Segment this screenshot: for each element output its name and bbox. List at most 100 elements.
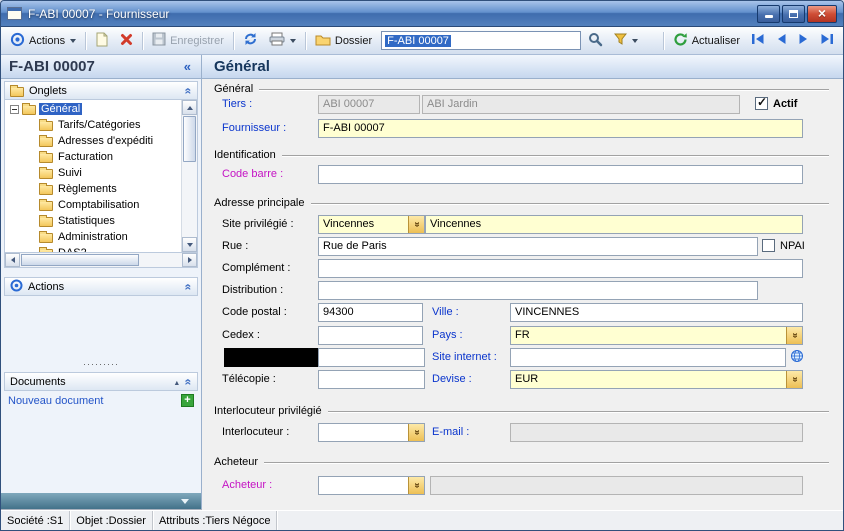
separator: [142, 32, 143, 50]
nav-last-icon: [820, 33, 834, 48]
row-tiers: Tiers : ABI 00007 ABI Jardin Actif: [222, 95, 825, 115]
folder-icon: [39, 249, 53, 252]
reload-button[interactable]: [239, 30, 262, 51]
triangle-up-icon: [187, 106, 193, 110]
statusbar: Société :S1 Objet :Dossier Attributs :Ti…: [1, 510, 843, 530]
tree-horizontal-scrollbar[interactable]: [4, 253, 198, 268]
scroll-down-button[interactable]: [182, 237, 197, 252]
tree-item-label: Administration: [56, 231, 130, 243]
site-internet-field[interactable]: [510, 348, 786, 367]
expander-icon[interactable]: [10, 105, 19, 114]
panel-drag-handle[interactable]: [1, 358, 201, 370]
separator: [233, 32, 234, 50]
search-button[interactable]: [584, 30, 607, 52]
telephone-field[interactable]: [318, 348, 425, 367]
combo-dropdown-icon[interactable]: [408, 424, 424, 441]
collapse-actions-icon[interactable]: [182, 283, 196, 290]
tiers-code-field: ABI 00007: [318, 95, 420, 114]
refresh-icon: [673, 32, 688, 50]
tree-item[interactable]: Administration: [5, 229, 181, 245]
chevron-down-icon: [632, 39, 638, 43]
nav-previous-button[interactable]: [772, 31, 791, 50]
site-privilegie-combo[interactable]: Vincennes: [318, 215, 425, 234]
scroll-thumb[interactable]: [183, 116, 196, 162]
tree-item[interactable]: Tarifs/Catégories: [5, 117, 181, 133]
close-button[interactable]: [807, 5, 837, 23]
collapse-documents-icon[interactable]: [182, 378, 196, 385]
tree-item[interactable]: Adresses d'expéditi: [5, 133, 181, 149]
page-title: Général: [214, 58, 270, 75]
site-privilegie-label: Site privilégié :: [222, 218, 294, 230]
combo-dropdown-icon[interactable]: [786, 371, 802, 388]
site-privilegie-name-field[interactable]: Vincennes: [425, 215, 803, 234]
actif-label: Actif: [773, 98, 797, 110]
scroll-up-button[interactable]: [182, 100, 197, 115]
new-record-button[interactable]: [91, 30, 113, 52]
tree-item[interactable]: Comptabilisation: [5, 197, 181, 213]
save-button[interactable]: Enregistrer: [148, 30, 228, 51]
complement-field[interactable]: [318, 259, 803, 278]
actions-label: Actions: [29, 35, 65, 47]
distribution-field[interactable]: [318, 281, 758, 300]
rue-field[interactable]: Rue de Paris: [318, 237, 758, 256]
documents-panel-header[interactable]: Documents: [4, 372, 198, 391]
nav-first-button[interactable]: [747, 31, 769, 50]
interlocuteur-combo[interactable]: [318, 423, 425, 442]
row-site-privilegie: Site privilégié : Vincennes Vincennes: [222, 215, 825, 235]
acheteur-name-field: [430, 476, 803, 495]
tree-item-label: Règlements: [56, 183, 119, 195]
collapse-sidebar-icon[interactable]: [184, 58, 191, 76]
actions-panel-header[interactable]: Actions: [4, 277, 198, 296]
acheteur-combo[interactable]: [318, 476, 425, 495]
folder-icon: [39, 153, 53, 163]
record-search-input[interactable]: F-ABI 00007: [381, 31, 581, 50]
code-barre-field[interactable]: [318, 165, 803, 184]
fournisseur-field[interactable]: F-ABI 00007: [318, 119, 803, 138]
new-document-link[interactable]: Nouveau document: [8, 395, 103, 407]
ville-field[interactable]: VINCENNES: [510, 303, 803, 322]
print-button[interactable]: [265, 30, 300, 51]
filter-button[interactable]: [610, 31, 642, 50]
pin-up-icon[interactable]: [173, 376, 180, 388]
combo-dropdown-icon[interactable]: [786, 327, 802, 344]
scroll-left-button[interactable]: [5, 253, 20, 267]
tree-item[interactable]: Statistiques: [5, 213, 181, 229]
maximize-button[interactable]: [782, 5, 805, 23]
status-objet: Objet :Dossier: [70, 511, 153, 530]
refresh-button[interactable]: Actualiser: [669, 30, 744, 52]
pays-combo[interactable]: FR: [510, 326, 803, 345]
tree-item[interactable]: Facturation: [5, 149, 181, 165]
add-document-button[interactable]: [181, 394, 194, 407]
scroll-right-button[interactable]: [182, 253, 197, 267]
tree-item[interactable]: DAS2: [5, 245, 181, 252]
actif-checkbox[interactable]: [755, 97, 768, 110]
tree-item-label: Adresses d'expéditi: [56, 135, 155, 147]
onglets-panel-header[interactable]: Onglets: [4, 81, 198, 100]
dossier-button[interactable]: Dossier: [311, 31, 376, 51]
combo-dropdown-icon[interactable]: [408, 477, 424, 494]
minimize-icon: [765, 15, 773, 18]
collapse-onglets-icon[interactable]: [182, 87, 196, 94]
nav-next-button[interactable]: [794, 31, 813, 50]
open-website-button[interactable]: [788, 349, 805, 366]
combo-dropdown-icon[interactable]: [408, 216, 424, 233]
group-acheteur: Acheteur: [214, 456, 829, 468]
tree-vertical-scrollbar[interactable]: [181, 100, 197, 252]
delete-button[interactable]: [116, 31, 137, 51]
sidebar-footer[interactable]: [1, 493, 201, 510]
tree-item[interactable]: Suivi: [5, 165, 181, 181]
npai-checkbox[interactable]: [762, 239, 775, 252]
actions-menu-button[interactable]: Actions: [6, 30, 80, 52]
nav-next-icon: [798, 33, 809, 48]
distribution-label: Distribution :: [222, 284, 283, 296]
nav-last-button[interactable]: [816, 31, 838, 50]
devise-combo[interactable]: EUR: [510, 370, 803, 389]
tree-item[interactable]: Règlements: [5, 181, 181, 197]
tree-item[interactable]: Général: [5, 101, 181, 117]
code-postal-field[interactable]: 94300: [318, 303, 423, 322]
scroll-thumb[interactable]: [21, 254, 139, 266]
telecopie-field[interactable]: [318, 370, 425, 389]
onglets-title: Onglets: [29, 85, 67, 97]
cedex-field[interactable]: [318, 326, 423, 345]
minimize-button[interactable]: [757, 5, 780, 23]
